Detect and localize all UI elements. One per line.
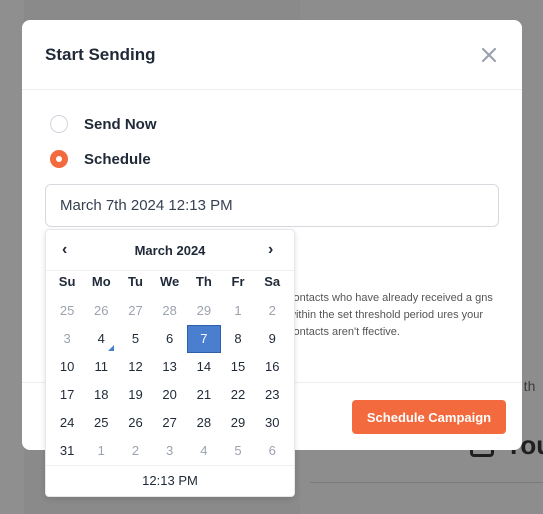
calendar-week: 24 25 26 27 28 29 30 <box>50 409 289 437</box>
calendar-day-selected[interactable]: 7 <box>186 325 221 353</box>
calendar-day[interactable]: 16 <box>255 353 289 381</box>
calendar-week: 31 1 2 3 4 5 6 <box>50 437 289 465</box>
calendar-day[interactable]: 9 <box>255 325 289 353</box>
datepicker-header: ‹ March 2024 › <box>46 230 294 271</box>
calendar-day[interactable]: 26 <box>118 409 152 437</box>
calendar-day[interactable]: 30 <box>255 409 289 437</box>
threshold-description: contacts who have already received a gns… <box>288 292 493 338</box>
time-selector[interactable]: 12:13 PM <box>46 465 294 498</box>
calendar-day[interactable]: 5 <box>221 437 255 465</box>
weekday-label: We <box>160 274 180 289</box>
calendar-day[interactable]: 1 <box>84 437 118 465</box>
modal-title: Start Sending <box>45 45 156 64</box>
calendar-day[interactable]: 28 <box>153 297 187 325</box>
calendar-day[interactable]: 21 <box>187 381 221 409</box>
calendar-day[interactable]: 12 <box>118 353 152 381</box>
calendar-day[interactable]: 24 <box>50 409 84 437</box>
month-label: March 2024 <box>134 243 206 258</box>
calendar-day[interactable]: 17 <box>50 381 84 409</box>
modal-header: Start Sending <box>22 20 522 90</box>
calendar-week: 25 26 27 28 29 1 2 <box>50 297 289 325</box>
background-divider <box>310 482 543 483</box>
calendar-day[interactable]: 13 <box>153 353 187 381</box>
calendar-day[interactable]: 1 <box>221 297 255 325</box>
schedule-option[interactable]: Schedule <box>50 150 151 168</box>
calendar-day[interactable]: 14 <box>187 353 221 381</box>
schedule-label: Schedule <box>84 150 151 168</box>
calendar-day[interactable]: 10 <box>50 353 84 381</box>
calendar-day[interactable]: 25 <box>84 409 118 437</box>
calendar-day[interactable]: 29 <box>187 297 221 325</box>
weekday-header: Su Mo Tu We Th Fr Sa <box>50 274 289 289</box>
calendar-week: 17 18 19 20 21 22 23 <box>50 381 289 409</box>
next-month-button[interactable]: › <box>268 241 273 259</box>
calendar-day[interactable]: 8 <box>221 325 255 353</box>
datepicker-popup: ‹ March 2024 › Su Mo Tu We Th Fr Sa 25 26 27 28 29… <box>45 229 295 497</box>
calendar-day[interactable]: 2 <box>255 297 289 325</box>
calendar-day[interactable]: 3 <box>153 437 187 465</box>
schedule-date-input[interactable]: March 7th 2024 12:13 PM <box>45 184 499 227</box>
calendar-day[interactable]: 6 <box>153 325 187 353</box>
calendar-week: 3456789 <box>50 325 289 353</box>
calendar-week: 10 11 12 13 14 15 16 <box>50 353 289 381</box>
background-sidebar <box>0 0 24 514</box>
send-now-option[interactable]: Send Now <box>50 115 157 133</box>
calendar-day[interactable]: 11 <box>84 353 118 381</box>
send-now-label: Send Now <box>84 115 157 133</box>
weekday-label: Fr <box>231 274 245 289</box>
calendar-grid: 25 26 27 28 29 1 2 3 4 5 6 7 8 9 10 11 12 13 14 15 16 17 18 19 2… <box>50 297 289 465</box>
weekday-label: Su <box>58 274 76 289</box>
calendar-day[interactable]: 27 <box>153 409 187 437</box>
calendar-day[interactable]: 29 <box>221 409 255 437</box>
calendar-day[interactable]: 19 <box>118 381 152 409</box>
calendar-day[interactable]: 5 <box>118 325 152 353</box>
weekday-label: Th <box>195 274 212 289</box>
calendar-day[interactable]: 2 <box>118 437 152 465</box>
calendar-day[interactable]: 18 <box>84 381 118 409</box>
calendar-day[interactable]: 15 <box>221 353 255 381</box>
calendar-day[interactable]: 28 <box>187 409 221 437</box>
calendar-day[interactable]: 31 <box>50 437 84 465</box>
calendar-day[interactable]: 26 <box>84 297 118 325</box>
calendar-day[interactable]: 3 <box>50 325 84 353</box>
weekday-label: Tu <box>128 274 143 289</box>
calendar-day[interactable]: 6 <box>255 437 289 465</box>
calendar-day[interactable]: 25 <box>50 297 84 325</box>
calendar-day[interactable]: 4 <box>84 325 118 353</box>
calendar-day[interactable]: 27 <box>118 297 152 325</box>
calendar-day[interactable]: 23 <box>255 381 289 409</box>
send-now-radio[interactable] <box>50 115 68 133</box>
weekday-label: Mo <box>91 274 111 289</box>
calendar-day[interactable]: 4 <box>187 437 221 465</box>
schedule-radio[interactable] <box>50 150 68 168</box>
close-icon[interactable] <box>478 44 500 66</box>
calendar-day[interactable]: 22 <box>221 381 255 409</box>
calendar-day[interactable]: 20 <box>153 381 187 409</box>
schedule-campaign-button[interactable]: Schedule Campaign <box>352 400 506 434</box>
weekday-label: Sa <box>264 274 281 289</box>
